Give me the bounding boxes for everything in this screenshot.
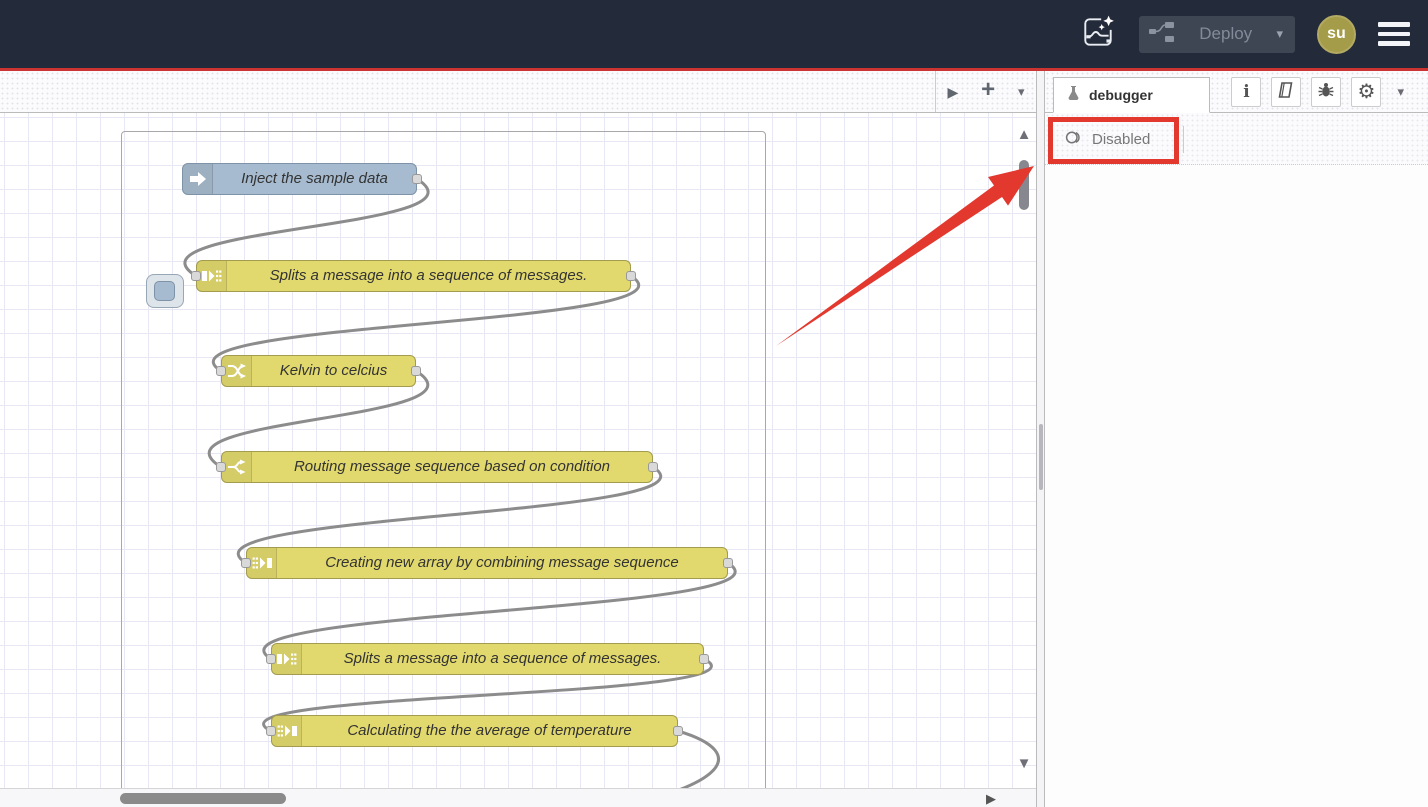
deploy-button[interactable]: Deploy ▾: [1139, 16, 1295, 53]
debug-toolbar: Disabled: [1045, 113, 1428, 165]
flow-canvas[interactable]: Inject the sample data Splits a message …: [0, 113, 1036, 788]
info-button[interactable]: i: [1231, 77, 1261, 107]
sidebar-splitter[interactable]: [1036, 71, 1045, 807]
node-label: Inject the sample data: [213, 164, 416, 194]
output-port[interactable]: [648, 462, 658, 472]
flask-icon: [1066, 85, 1081, 106]
horizontal-scrollbar[interactable]: ▶: [0, 788, 1036, 807]
horizontal-scrollbar-thumb[interactable]: [120, 793, 286, 804]
node-label: Splits a message into a sequence of mess…: [302, 644, 703, 674]
deploy-nodes-icon: [1149, 21, 1175, 48]
node-join-1[interactable]: Creating new array by combining message …: [246, 547, 728, 579]
tab-debugger[interactable]: debugger: [1053, 77, 1210, 113]
join-icon: [272, 716, 302, 746]
scroll-down-icon[interactable]: ▼: [1013, 755, 1035, 772]
tab-debugger-label: debugger: [1089, 87, 1153, 103]
split-icon: [272, 644, 302, 674]
add-flow-button[interactable]: +: [981, 78, 995, 102]
sidebar: debugger i ⚙ ▾: [1045, 71, 1428, 807]
input-port[interactable]: [216, 366, 226, 376]
sidebar-menu-icon[interactable]: ▾: [1397, 84, 1404, 100]
node-label: Kelvin to celcius: [252, 356, 415, 386]
output-port[interactable]: [411, 366, 421, 376]
input-port[interactable]: [216, 462, 226, 472]
bug-icon: [1317, 82, 1335, 103]
header-bar: Deploy ▾ su: [0, 0, 1428, 68]
tab-menu-icon[interactable]: ▾: [1018, 85, 1025, 98]
node-switch[interactable]: Routing message sequence based on condit…: [221, 451, 653, 483]
output-port[interactable]: [673, 726, 683, 736]
toolbar-separator: [1183, 126, 1184, 153]
input-port[interactable]: [241, 558, 251, 568]
book-icon: [1277, 82, 1295, 103]
node-split-2[interactable]: Splits a message into a sequence of mess…: [271, 643, 704, 675]
vertical-scrollbar-thumb[interactable]: [1019, 160, 1029, 210]
scroll-right-icon[interactable]: ▶: [986, 791, 996, 807]
debug-messages-panel: [1045, 165, 1428, 807]
output-port[interactable]: [626, 271, 636, 281]
flow-tab-controls: ▶ + ▾: [935, 71, 1036, 112]
input-port[interactable]: [191, 271, 201, 281]
debug-button[interactable]: [1311, 77, 1341, 107]
inject-icon: [183, 164, 213, 194]
inject-trigger-button[interactable]: [146, 274, 184, 308]
output-port[interactable]: [699, 654, 709, 664]
node-label: Routing message sequence based on condit…: [252, 452, 652, 482]
help-button[interactable]: [1271, 77, 1301, 107]
output-port[interactable]: [723, 558, 733, 568]
debug-disabled-toggle[interactable]: Disabled: [1053, 123, 1162, 156]
node-inject[interactable]: Inject the sample data: [182, 163, 417, 195]
info-icon: i: [1243, 82, 1249, 102]
node-label: Calculating the the average of temperatu…: [302, 716, 677, 746]
user-avatar[interactable]: su: [1317, 15, 1356, 54]
node-label: Creating new array by combining message …: [277, 548, 727, 578]
toggle-icon: [1065, 130, 1084, 150]
split-icon: [197, 261, 227, 291]
gear-icon: ⚙: [1358, 82, 1376, 102]
flow-sparkle-icon: [1080, 14, 1116, 55]
deploy-caret-icon[interactable]: ▾: [1276, 26, 1285, 42]
change-icon: [222, 356, 252, 386]
main-menu-button[interactable]: [1378, 18, 1410, 50]
disabled-label: Disabled: [1092, 131, 1150, 148]
flow-tabbar: ▶ + ▾: [0, 71, 1036, 113]
splitter-handle[interactable]: [1039, 424, 1043, 490]
node-label: Splits a message into a sequence of mess…: [227, 261, 630, 291]
output-port[interactable]: [412, 174, 422, 184]
node-join-2[interactable]: Calculating the the average of temperatu…: [271, 715, 678, 747]
input-port[interactable]: [266, 654, 276, 664]
node-change[interactable]: Kelvin to celcius: [221, 355, 416, 387]
scroll-up-icon[interactable]: ▲: [1013, 126, 1035, 143]
sidebar-tabbar: debugger i ⚙ ▾: [1045, 71, 1428, 113]
tab-scroll-right-icon[interactable]: ▶: [947, 85, 958, 99]
node-split-1[interactable]: Splits a message into a sequence of mess…: [196, 260, 631, 292]
flow-assistant-button[interactable]: [1079, 15, 1117, 53]
settings-button[interactable]: ⚙: [1351, 77, 1381, 107]
deploy-label: Deploy: [1184, 24, 1267, 44]
switch-icon: [222, 452, 252, 482]
input-port[interactable]: [266, 726, 276, 736]
join-icon: [247, 548, 277, 578]
hamburger-icon: [1378, 22, 1410, 27]
